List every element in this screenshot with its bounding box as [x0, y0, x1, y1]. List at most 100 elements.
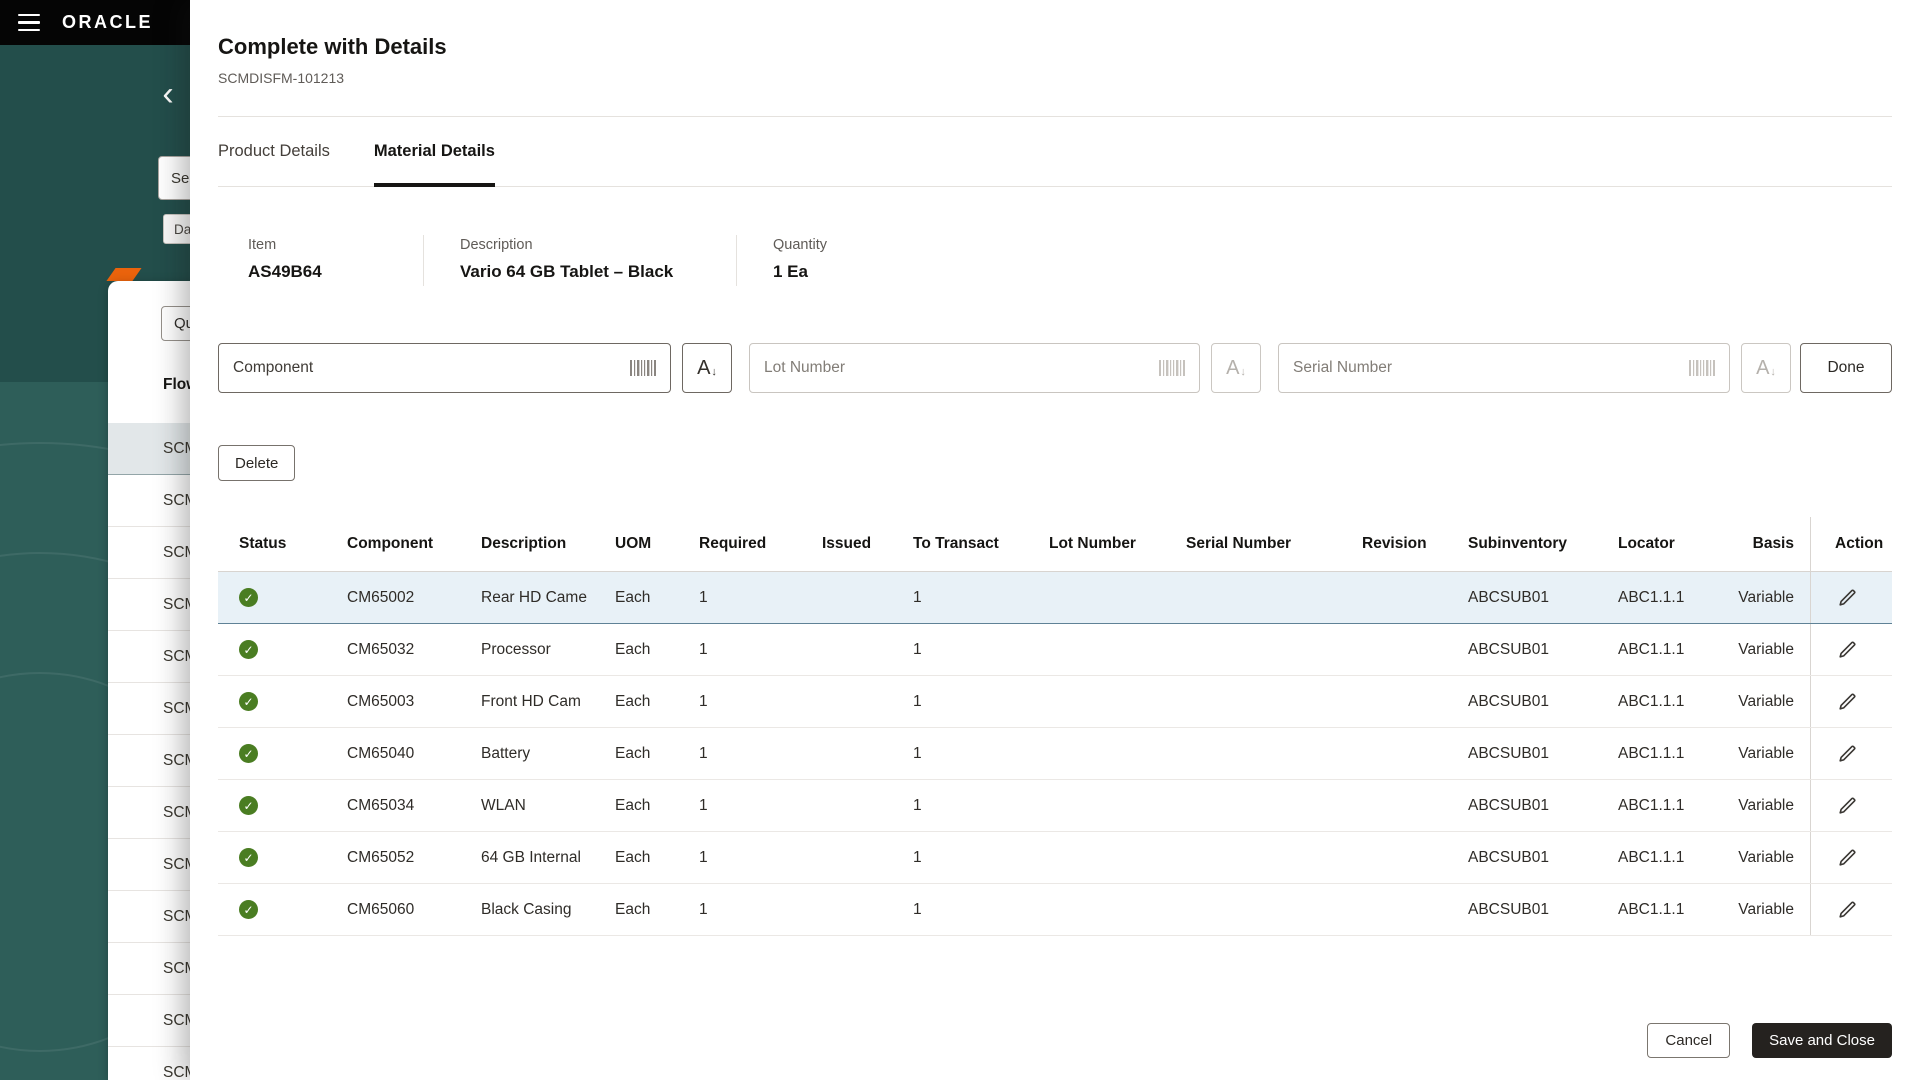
keyboard-entry-button[interactable]: A ↓ — [682, 343, 732, 393]
material-table: Status Component Description UOM Require… — [218, 517, 1892, 936]
description-cell: 64 GB Internal — [460, 849, 594, 867]
page-title: Complete with Details — [218, 34, 1892, 60]
basis-cell: Variable — [1713, 849, 1810, 867]
uom-cell: Each — [594, 693, 678, 711]
pencil-icon — [1837, 848, 1857, 868]
keyboard-entry-icon: A — [1226, 358, 1239, 378]
component-cell: CM65003 — [326, 693, 460, 711]
edit-row-button[interactable] — [1835, 742, 1859, 766]
keyboard-entry-icon: A — [697, 358, 710, 378]
success-check-icon: ✓ — [239, 900, 258, 919]
uom-cell: Each — [594, 797, 678, 815]
description-value: Vario 64 GB Tablet – Black — [460, 262, 700, 282]
oracle-logo: ORACLE — [62, 12, 153, 33]
success-check-icon: ✓ — [239, 796, 258, 815]
quantity-info-group: Quantity 1 Ea — [736, 235, 863, 286]
table-row[interactable]: ✓ CM65052 64 GB Internal Each 1 1 ABCSUB… — [218, 832, 1892, 884]
success-check-icon: ✓ — [239, 848, 258, 867]
lot-number-input-label: Lot Number — [764, 359, 1159, 377]
success-check-icon: ✓ — [239, 588, 258, 607]
required-cell: 1 — [678, 849, 801, 867]
column-header-locator: Locator — [1597, 535, 1713, 553]
back-chevron-icon[interactable]: ‹ — [150, 76, 186, 112]
table-row[interactable]: ✓ CM65032 Processor Each 1 1 ABCSUB01 AB… — [218, 624, 1892, 676]
basis-cell: Variable — [1713, 589, 1810, 607]
barcode-scan-icon — [1159, 359, 1185, 377]
locator-cell: ABC1.1.1 — [1597, 589, 1713, 607]
description-cell: Rear HD Came — [460, 589, 594, 607]
tab-product-details[interactable]: Product Details — [218, 117, 330, 186]
column-header-description: Description — [460, 535, 594, 553]
delete-button[interactable]: Delete — [218, 445, 295, 481]
status-cell: ✓ — [218, 588, 326, 607]
edit-row-button[interactable] — [1835, 794, 1859, 818]
action-cell — [1810, 884, 1892, 935]
item-label: Item — [248, 237, 387, 253]
uom-cell: Each — [594, 849, 678, 867]
uom-cell: Each — [594, 641, 678, 659]
edit-row-button[interactable] — [1835, 638, 1859, 662]
table-row[interactable]: ✓ CM65003 Front HD Cam Each 1 1 ABCSUB01… — [218, 676, 1892, 728]
quantity-label: Quantity — [773, 237, 827, 253]
to-transact-cell: 1 — [892, 641, 1028, 659]
table-row[interactable]: ✓ CM65034 WLAN Each 1 1 ABCSUB01 ABC1.1.… — [218, 780, 1892, 832]
status-cell: ✓ — [218, 796, 326, 815]
description-cell: Black Casing — [460, 901, 594, 919]
work-order-number: SCMDISFM-101213 — [218, 70, 1892, 86]
description-label: Description — [460, 237, 700, 253]
menu-hamburger-icon[interactable] — [18, 14, 42, 32]
serial-number-scan-input[interactable]: Serial Number — [1278, 343, 1730, 393]
edit-row-button[interactable] — [1835, 690, 1859, 714]
to-transact-cell: 1 — [892, 693, 1028, 711]
success-check-icon: ✓ — [239, 692, 258, 711]
locator-cell: ABC1.1.1 — [1597, 901, 1713, 919]
table-row[interactable]: ✓ CM65002 Rear HD Came Each 1 1 ABCSUB01… — [218, 572, 1892, 624]
column-header-uom: UOM — [594, 535, 678, 553]
edit-row-button[interactable] — [1835, 846, 1859, 870]
action-cell — [1810, 728, 1892, 779]
basis-cell: Variable — [1713, 693, 1810, 711]
lot-number-scan-input[interactable]: Lot Number — [749, 343, 1200, 393]
pencil-icon — [1837, 900, 1857, 920]
pencil-icon — [1837, 796, 1857, 816]
save-and-close-button[interactable]: Save and Close — [1752, 1023, 1892, 1058]
done-button[interactable]: Done — [1800, 343, 1892, 393]
edit-row-button[interactable] — [1835, 898, 1859, 922]
required-cell: 1 — [678, 589, 801, 607]
tab-material-details[interactable]: Material Details — [374, 117, 495, 186]
required-cell: 1 — [678, 797, 801, 815]
action-cell — [1810, 780, 1892, 831]
background-search-text: Se — [171, 170, 189, 187]
keyboard-entry-icon: A — [1756, 358, 1769, 378]
keyboard-entry-button[interactable]: A ↓ — [1741, 343, 1791, 393]
subinventory-cell: ABCSUB01 — [1447, 589, 1597, 607]
column-header-action: Action — [1810, 517, 1892, 571]
keyboard-entry-button[interactable]: A ↓ — [1211, 343, 1261, 393]
tab-bar: Product Details Material Details — [218, 117, 1892, 187]
edit-row-button[interactable] — [1835, 586, 1859, 610]
subinventory-cell: ABCSUB01 — [1447, 745, 1597, 763]
component-cell: CM65060 — [326, 901, 460, 919]
success-check-icon: ✓ — [239, 744, 258, 763]
subinventory-cell: ABCSUB01 — [1447, 693, 1597, 711]
description-cell: Processor — [460, 641, 594, 659]
description-cell: Battery — [460, 745, 594, 763]
barcode-scan-icon — [630, 359, 656, 377]
subinventory-cell: ABCSUB01 — [1447, 797, 1597, 815]
component-cell: CM65002 — [326, 589, 460, 607]
keyboard-entry-arrow-icon: ↓ — [1240, 367, 1246, 378]
table-row[interactable]: ✓ CM65060 Black Casing Each 1 1 ABCSUB01… — [218, 884, 1892, 936]
material-table-body: ✓ CM65002 Rear HD Came Each 1 1 ABCSUB01… — [218, 572, 1892, 936]
component-scan-input[interactable]: Component — [218, 343, 671, 393]
component-cell: CM65034 — [326, 797, 460, 815]
description-info-group: Description Vario 64 GB Tablet – Black — [423, 235, 736, 286]
status-cell: ✓ — [218, 900, 326, 919]
locator-cell: ABC1.1.1 — [1597, 745, 1713, 763]
status-cell: ✓ — [218, 744, 326, 763]
status-cell: ✓ — [218, 692, 326, 711]
complete-with-details-panel: Complete with Details SCMDISFM-101213 Pr… — [190, 0, 1920, 1080]
table-row[interactable]: ✓ CM65040 Battery Each 1 1 ABCSUB01 ABC1… — [218, 728, 1892, 780]
component-cell: CM65052 — [326, 849, 460, 867]
cancel-button[interactable]: Cancel — [1647, 1023, 1730, 1058]
action-cell — [1810, 832, 1892, 883]
